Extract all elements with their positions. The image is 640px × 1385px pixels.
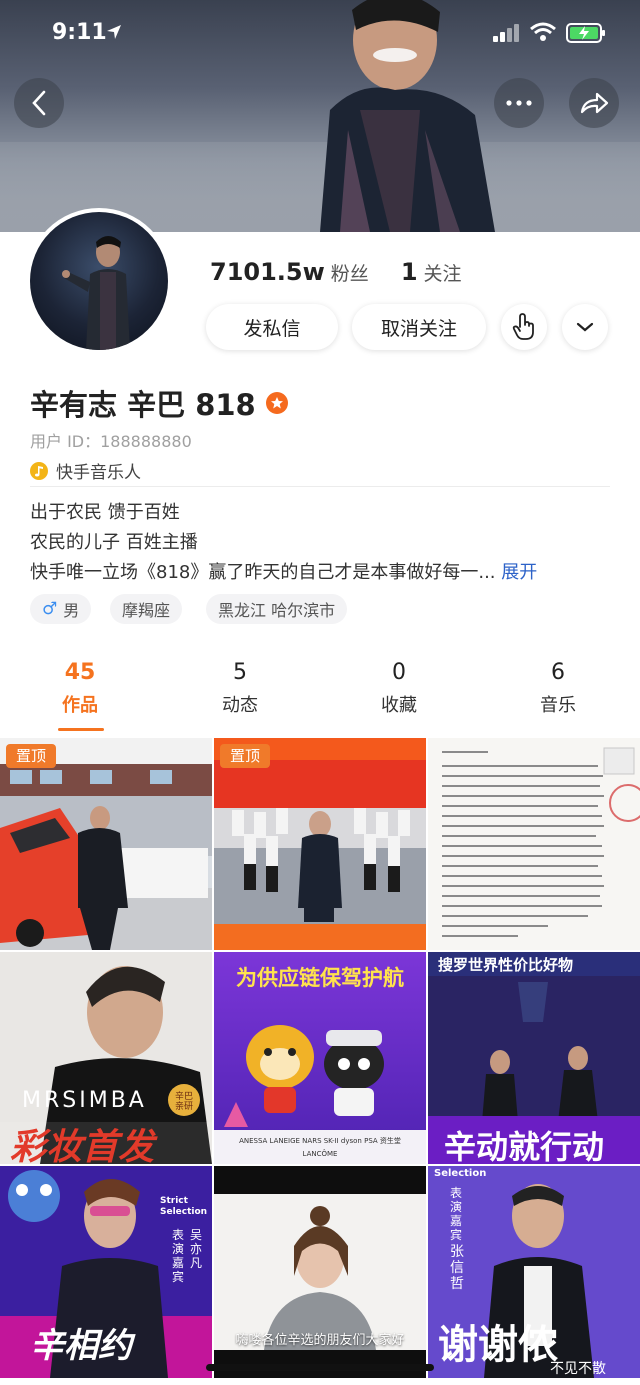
video-thumbnail[interactable]: MRSIMBA 辛巴亲研 彩妆首发: [0, 952, 212, 1164]
verified-star-icon[interactable]: [265, 392, 288, 414]
brands-text: ANESSA LANEIGE NARS SK-II dyson PSA 资生堂: [239, 1137, 401, 1145]
hand-pointer-icon: [512, 313, 534, 340]
bio-line-text: 快手唯一立场《818》赢了昨天的自己才是本事做好每一...: [30, 562, 496, 583]
back-button[interactable]: [14, 78, 64, 128]
thumbnail-image: [0, 738, 212, 950]
signal-icon: [493, 24, 519, 42]
music-note-icon: [30, 461, 48, 480]
location-tag[interactable]: 黑龙江 哈尔滨市: [206, 594, 348, 624]
following-count[interactable]: 1: [401, 258, 418, 286]
followers-count[interactable]: 7101.5w: [210, 258, 325, 286]
avatar-image: [30, 212, 168, 350]
video-caption: 嗨喽各位辛选的朋友们大家好: [235, 1333, 405, 1348]
role-text: 表演嘉宾: [450, 1186, 463, 1242]
sub-text: 不见不散: [550, 1361, 606, 1377]
zodiac-tag[interactable]: 摩羯座: [110, 594, 183, 624]
pinned-badge: 置顶: [6, 744, 57, 768]
tab-favorites[interactable]: 0 收藏: [359, 660, 439, 717]
tab-label: 作品: [62, 695, 98, 716]
certification[interactable]: 快手音乐人: [30, 458, 141, 483]
video-thumbnail[interactable]: 为供应链保驾护航 ANESSA LANEIGE NARS SK-II dyson…: [214, 952, 426, 1164]
divider: [30, 486, 610, 487]
video-thumbnail[interactable]: Selection 表演嘉宾 张信哲 谢谢侬 不见不散: [428, 1166, 640, 1378]
profile-name: 辛有志 辛巴 818: [30, 382, 288, 424]
battery-icon: [566, 23, 605, 43]
male-symbol-icon: ♂: [42, 599, 58, 619]
unfollow-button[interactable]: 取消关注: [352, 304, 486, 350]
thumbnail-image: [428, 738, 640, 950]
headline-text: 彩妆首发: [10, 1127, 155, 1164]
headline-text: 辛相约: [30, 1326, 132, 1366]
headline-text: 辛动就行动: [444, 1128, 605, 1164]
video-thumbnail[interactable]: 置顶: [214, 738, 426, 950]
seal-text: 辛巴亲研: [174, 1092, 193, 1112]
tab-works[interactable]: 45 作品: [40, 660, 120, 717]
role-text: 表演嘉宾: [172, 1228, 185, 1284]
bio-expand-link[interactable]: 展开: [501, 562, 537, 583]
tab-moments[interactable]: 5 动态: [200, 660, 280, 717]
headline-text: 谢谢侬: [438, 1322, 558, 1368]
tab-count: 6: [551, 660, 565, 685]
tab-label: 收藏: [381, 695, 417, 716]
video-thumbnail[interactable]: [428, 738, 640, 950]
more-button[interactable]: [494, 78, 544, 128]
profile-name-text: 辛有志 辛巴 818: [30, 388, 256, 422]
gender-tag[interactable]: ♂ 男: [30, 594, 92, 624]
share-arrow-icon: [580, 92, 609, 114]
expand-button[interactable]: [562, 304, 608, 350]
bio-line: 农民的儿子 百姓主播: [30, 532, 198, 553]
video-thumbnail[interactable]: Strict Selection 表演嘉宾 吴亦凡 辛相约: [0, 1166, 212, 1378]
corner-text: Strict Selection: [160, 1196, 208, 1217]
chevron-down-icon: [576, 322, 594, 332]
tab-count: 0: [392, 660, 406, 685]
profile-tabs: 45 作品 5 动态 0 收藏 6 音乐: [0, 660, 640, 732]
guest-text: 张信哲: [450, 1244, 464, 1292]
status-bar: 9:11: [0, 0, 640, 70]
guest-text: 吴亦凡: [190, 1228, 203, 1270]
tab-count: 45: [64, 660, 96, 685]
tab-music[interactable]: 6 音乐: [518, 660, 598, 717]
bio-line: 出于农民 馈于百姓: [30, 502, 180, 523]
headline-text: 为供应链保驾护航: [236, 966, 404, 990]
bio-line: 快手唯一立场《818》赢了昨天的自己才是本事做好每一... 展开: [30, 558, 537, 584]
following-label[interactable]: 关注: [424, 259, 462, 286]
user-id[interactable]: 用户 ID：188888880: [30, 428, 192, 452]
gender-tag-label: 男: [63, 601, 80, 620]
chevron-left-icon: [32, 90, 46, 116]
followers-label[interactable]: 粉丝: [331, 259, 369, 286]
thumbnail-image: [214, 738, 426, 950]
location-arrow-icon: [107, 25, 121, 39]
tab-label: 动态: [222, 695, 258, 716]
avatar[interactable]: [26, 208, 172, 354]
brand-text: MRSIMBA: [22, 1088, 147, 1113]
pinned-badge: 置顶: [220, 744, 271, 768]
send-message-button[interactable]: 发私信: [206, 304, 338, 350]
tab-count: 5: [233, 660, 247, 685]
brand-sub-text: LANCÔME: [302, 1150, 338, 1158]
share-button[interactable]: [569, 78, 619, 128]
certification-label: 快手音乐人: [56, 463, 141, 483]
active-tab-indicator: [58, 728, 104, 731]
more-dots-icon: [506, 100, 532, 106]
video-thumbnail[interactable]: 置顶: [0, 738, 212, 950]
tab-label: 音乐: [540, 695, 576, 716]
video-thumbnail[interactable]: 搜罗世界性价比好物 辛动就行动: [428, 952, 640, 1164]
wifi-icon: [530, 22, 556, 41]
profile-stats: 7101.5w 粉丝 1 关注: [210, 258, 462, 290]
home-indicator[interactable]: [206, 1364, 434, 1371]
tip-button[interactable]: [501, 304, 547, 350]
top-text: 搜罗世界性价比好物: [438, 956, 574, 974]
corner-text: Selection: [434, 1168, 487, 1179]
status-time: 9:11: [52, 20, 107, 45]
video-thumbnail[interactable]: 嗨喽各位辛选的朋友们大家好: [214, 1166, 426, 1378]
